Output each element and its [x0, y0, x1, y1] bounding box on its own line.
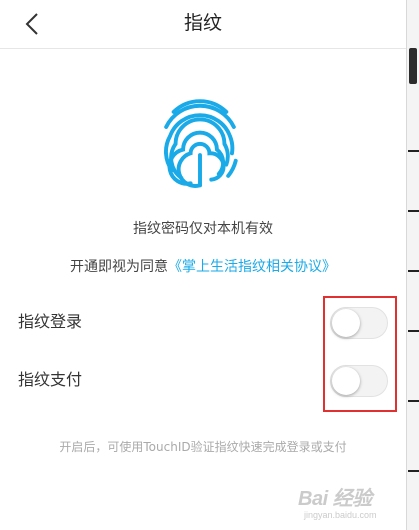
- row-label: 指纹登录: [18, 312, 83, 331]
- fingerprint-login-toggle[interactable]: [330, 307, 388, 339]
- edge-mark: [408, 330, 419, 332]
- agreement-text: 开通即视为同意《掌上生活指纹相关协议》: [0, 256, 406, 276]
- settings-row-fingerprint-login: 指纹登录: [0, 298, 406, 346]
- touchid-hint: 开启后，可使用TouchID验证指纹快速完成登录或支付: [59, 440, 347, 454]
- toggle-knob: [332, 367, 360, 395]
- edge-mark: [408, 470, 419, 472]
- page-title: 指纹: [183, 12, 222, 34]
- row-label: 指纹支付: [18, 370, 83, 389]
- agreement-prefix: 开通即视为同意: [70, 259, 168, 275]
- baidu-watermark: Bai 经验 jingyan.baidu.com: [298, 478, 406, 526]
- edge-mark: [408, 150, 419, 152]
- app-screen: 指纹 指纹密码仅对本机有效 开通即视为同意《掌上生活指纹相关协议》 指纹登录 指…: [0, 0, 406, 530]
- device-only-note: 指纹密码仅对本机有效: [133, 221, 273, 237]
- nav-bar: 指纹: [0, 0, 406, 49]
- edge-mark: [408, 400, 419, 402]
- fingerprint-payment-toggle[interactable]: [330, 365, 388, 397]
- agreement-link[interactable]: 《掌上生活指纹相关协议》: [168, 259, 336, 275]
- edge-mark: [408, 270, 419, 272]
- settings-row-fingerprint-payment: 指纹支付: [0, 356, 406, 404]
- fingerprint-icon: [164, 99, 238, 188]
- scrollbar-thumb[interactable]: [409, 48, 417, 84]
- edge-mark: [408, 210, 419, 212]
- toggle-knob: [332, 309, 360, 337]
- adjacent-window-edge: [406, 0, 419, 530]
- watermark-url: jingyan.baidu.com: [304, 510, 377, 520]
- watermark-brand: Bai 经验: [298, 488, 372, 510]
